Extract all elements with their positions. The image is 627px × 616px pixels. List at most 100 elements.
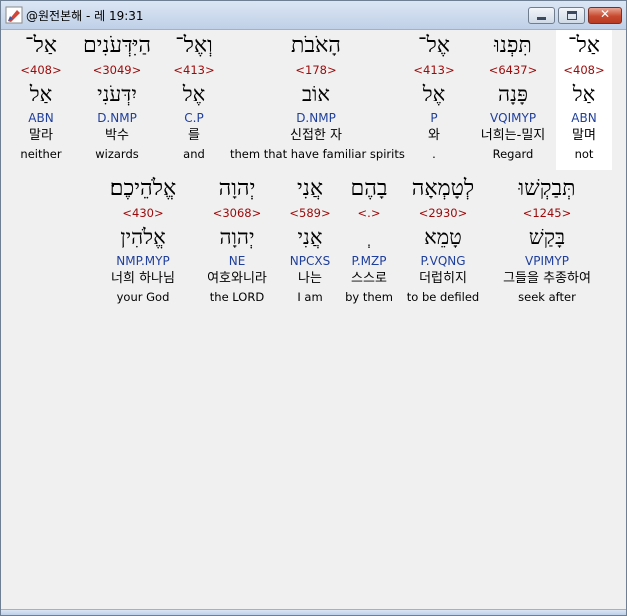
word-column[interactable]: יְהוָה <3068> יְהוָה NE 여호와니라 the LORD (198, 173, 276, 313)
hebrew-lemma: טָמֵא (424, 225, 462, 249)
hebrew-word: אֲנִי (296, 176, 324, 201)
strong-number[interactable]: <408> (556, 62, 612, 78)
strong-number[interactable]: <3068> (198, 205, 276, 221)
english-gloss: your God (116, 290, 170, 304)
word-column[interactable]: בָהֶם <.> ְ P.MZP 스스로 by them (342, 173, 396, 313)
hebrew-word: הַיִּדְּעֹנִים (82, 33, 152, 58)
strong-number[interactable]: <.> (342, 205, 396, 221)
english-gloss: by them (345, 290, 393, 304)
word-column[interactable]: אַל־ <408> אַל ABN 말라 neither (14, 30, 68, 170)
strong-number[interactable]: <413> (408, 62, 460, 78)
hebrew-lemma: אוֹב (301, 82, 331, 106)
word-column[interactable]: וְאֶל־ <413> אֶל C.P 를 and (168, 30, 220, 170)
minimize-button[interactable] (528, 7, 555, 24)
interlinear-content: אַל־ <408> אַל ABN 말며 not תִּפְנוּ <6437… (8, 30, 620, 611)
morphology-code: VPIMYP (525, 254, 569, 268)
english-gloss: not (574, 147, 594, 161)
korean-gloss: 말며 (572, 128, 596, 143)
hebrew-word: בָהֶם (350, 176, 388, 201)
english-gloss: Regard (492, 147, 534, 161)
hebrew-word: אַל־ (25, 33, 57, 58)
hebrew-lemma: אֶל (182, 82, 206, 106)
hebrew-word: תְּבַקְשׁוּ (518, 176, 576, 201)
hebrew-lemma: בָּקַשׁ (528, 225, 566, 249)
english-gloss: wizards (95, 147, 139, 161)
english-gloss: to be defiled (406, 290, 480, 304)
close-icon: ✕ (599, 7, 611, 21)
korean-gloss: 를 (188, 128, 200, 143)
morphology-code: NPCXS (289, 254, 331, 268)
word-column[interactable]: תְּבַקְשׁוּ <1245> בָּקַשׁ VPIMYP 그들을 추종… (492, 173, 602, 313)
word-column[interactable]: הָאֹבֹת <178> אוֹב D.NMP 신접한 자 them that… (230, 30, 405, 170)
korean-gloss: 박수 (105, 128, 129, 143)
korean-gloss: 말라 (29, 128, 53, 143)
korean-gloss: 신접한 자 (290, 128, 342, 143)
hebrew-lemma: יְהוָה (219, 225, 255, 249)
strong-number[interactable]: <3049> (72, 62, 162, 78)
morphology-code: P.VQNG (420, 254, 466, 268)
english-gloss: neither (20, 147, 62, 161)
korean-gloss: 너희 하나님 (111, 271, 175, 286)
korean-gloss: 와 (428, 128, 440, 143)
korean-gloss: 그들을 추종하여 (503, 271, 591, 286)
english-gloss: I am (297, 290, 323, 304)
hebrew-lemma: אַל (29, 82, 53, 106)
strong-number[interactable]: <2930> (402, 205, 484, 221)
word-column[interactable]: לְטָמְאָה <2930> טָמֵא P.VQNG 더럽히지 to be… (402, 173, 484, 313)
hebrew-lemma: יִדְּעֹנִי (97, 82, 137, 106)
english-gloss: . (432, 147, 436, 161)
window-title: @원전본해 - 레 19:31 (26, 9, 144, 23)
strong-number[interactable]: <413> (168, 62, 220, 78)
hebrew-word: אֶל־ (418, 33, 450, 58)
english-gloss: and (183, 147, 205, 161)
korean-gloss: 여호와니라 (207, 271, 267, 286)
korean-gloss: 더럽히지 (419, 271, 467, 286)
hebrew-word: תִּפְנוּ (494, 33, 532, 58)
word-column[interactable]: אֶל־ <413> אֶל P 와 . (408, 30, 460, 170)
close-button[interactable]: ✕ (588, 7, 622, 24)
morphology-code: P (430, 111, 438, 125)
hebrew-word: אַל־ (568, 33, 600, 58)
hebrew-word: יְהוָה (218, 176, 256, 201)
morphology-code: ABN (571, 111, 597, 125)
app-window: @원전본해 - 레 19:31 ✕ אַל־ <408> אַל ABN 말며 … (0, 0, 627, 616)
morphology-code: P.MZP (351, 254, 387, 268)
morphology-code: D.NMP (296, 111, 336, 125)
minimize-icon (537, 17, 546, 20)
morphology-code: C.P (184, 111, 204, 125)
word-column[interactable]: תִּפְנוּ <6437> פָּנָה VQIMYP 너희는-밀지 Reg… (473, 30, 553, 170)
strong-number[interactable]: <430> (98, 205, 188, 221)
morphology-code: NMP.MYP (116, 254, 170, 268)
word-column[interactable]: הַיִּדְּעֹנִים <3049> יִדְּעֹנִי D.NMP 박… (72, 30, 162, 170)
morphology-code: NE (228, 254, 246, 268)
english-gloss: seek after (518, 290, 576, 304)
korean-gloss: 나는 (298, 271, 322, 286)
app-icon (5, 6, 23, 24)
word-column[interactable]: אֱלֹהֵיכֶם׃ <430> אֱלֹהִין NMP.MYP 너희 하나… (98, 173, 188, 313)
hebrew-lemma: אַל (572, 82, 596, 106)
maximize-icon (567, 11, 577, 20)
hebrew-lemma: אֶל (422, 82, 446, 106)
word-column[interactable]: אֲנִי <589> אֲנִי NPCXS 나는 I am (284, 173, 336, 313)
strong-number[interactable]: <178> (230, 62, 402, 78)
morphology-code: D.NMP (97, 111, 137, 125)
english-gloss: the LORD (209, 290, 265, 304)
window-bottom-border (1, 609, 626, 615)
title-bar[interactable]: @원전본해 - 레 19:31 ✕ (1, 1, 626, 30)
korean-gloss: 너희는-밀지 (480, 128, 546, 143)
morphology-code: VQIMYP (489, 111, 537, 125)
word-column[interactable]: אַל־ <408> אַל ABN 말며 not (556, 30, 612, 170)
strong-number[interactable]: <589> (284, 205, 336, 221)
strong-number[interactable]: <6437> (473, 62, 553, 78)
hebrew-lemma: אֱלֹהִין (120, 225, 166, 249)
hebrew-lemma: אֲנִי (297, 225, 323, 249)
strong-number[interactable]: <408> (14, 62, 68, 78)
hebrew-word: לְטָמְאָה (411, 176, 475, 201)
hebrew-word: וְאֶל־ (175, 33, 213, 58)
maximize-button[interactable] (558, 7, 585, 24)
hebrew-lemma: ְ (342, 221, 396, 253)
korean-gloss: 스스로 (351, 271, 387, 286)
english-gloss: them that have familiar spirits (230, 147, 405, 161)
strong-number[interactable]: <1245> (492, 205, 602, 221)
morphology-code: ABN (28, 111, 54, 125)
